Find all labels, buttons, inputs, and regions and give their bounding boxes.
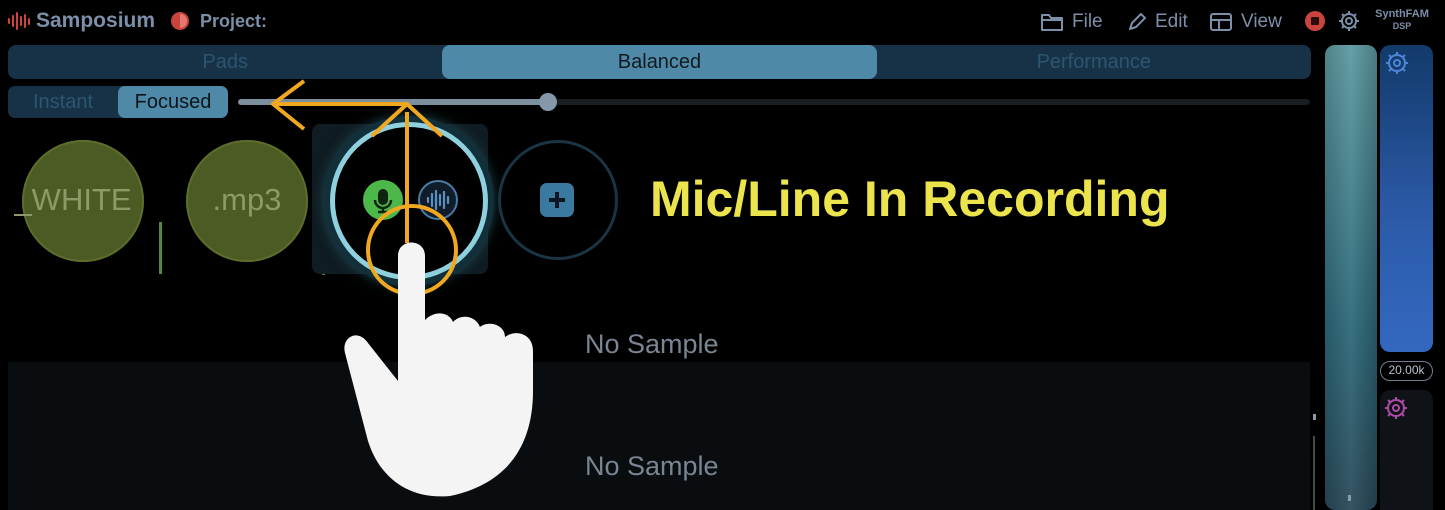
file-menu-button[interactable]: File [1040, 10, 1103, 34]
latency-segmented-control: Instant Focused [8, 86, 228, 118]
brand-logo: SynthFAM DSP [1366, 9, 1438, 31]
envelope-settings-gear-icon[interactable] [1383, 395, 1409, 421]
filter-settings-gear-icon[interactable] [1384, 50, 1410, 76]
left-arrow-icon [271, 79, 408, 131]
top-bar: Samposium Project: File Edit View SynthF… [0, 0, 1445, 44]
slider-track-filled[interactable] [238, 99, 548, 105]
lane-1-empty-label: No Sample [585, 329, 719, 359]
tab-balanced[interactable]: Balanced [442, 45, 877, 79]
waveform-icon [426, 189, 450, 211]
tutorial-annotation: Mic/Line In Recording [650, 171, 1170, 227]
pencil-icon [1129, 13, 1146, 30]
app-title: Samposium [36, 9, 156, 32]
tab-performance[interactable]: Performance [877, 45, 1311, 79]
volume-fader[interactable] [1325, 45, 1377, 510]
mic-record-button[interactable] [363, 180, 403, 220]
record-indicator-icon[interactable] [171, 12, 189, 30]
level-meter [159, 222, 162, 274]
sample-pad-3-empty[interactable] [330, 122, 488, 280]
frequency-readout: 20.00k [1380, 361, 1433, 381]
option-instant[interactable]: Instant [8, 86, 118, 118]
fader-tick [1348, 495, 1351, 501]
stop-record-button[interactable] [1305, 11, 1325, 31]
sample-lane-2[interactable] [8, 362, 1310, 510]
view-menu-label: View [1241, 11, 1282, 32]
filter-cutoff-fader[interactable] [1380, 45, 1433, 352]
slider-thumb[interactable] [539, 93, 557, 111]
file-menu-label: File [1072, 11, 1103, 32]
slider-track[interactable] [548, 99, 1310, 105]
edit-menu-button[interactable]: Edit [1127, 10, 1188, 34]
view-menu-button[interactable]: View [1209, 10, 1282, 34]
tab-pads[interactable]: Pads [8, 45, 442, 79]
brand-subtitle: DSP [1392, 21, 1412, 31]
gear-icon[interactable] [1338, 10, 1360, 32]
sample-pad-2[interactable]: .mp3 [186, 140, 308, 262]
pad-2-label: .mp3 [212, 182, 282, 217]
brand-name: SynthFAM [1375, 8, 1429, 20]
edit-menu-label: Edit [1155, 11, 1188, 32]
sample-pad-1[interactable]: _WHITE [14, 140, 144, 262]
mode-segmented-control: Pads Balanced Performance [8, 45, 1311, 79]
lane-2-empty-label: No Sample [585, 451, 719, 481]
option-focused[interactable]: Focused [118, 86, 228, 118]
layout-icon [1210, 13, 1232, 31]
line-in-button[interactable] [418, 180, 458, 220]
scroll-tick [1313, 414, 1316, 420]
pad-1-label: _WHITE [14, 182, 132, 217]
scroll-tick [1313, 436, 1315, 510]
project-label[interactable]: Project: [200, 11, 267, 32]
mic-icon [373, 189, 393, 214]
waveform-logo-icon [8, 11, 30, 31]
folder-icon [1041, 14, 1063, 31]
plus-icon[interactable] [540, 183, 574, 217]
